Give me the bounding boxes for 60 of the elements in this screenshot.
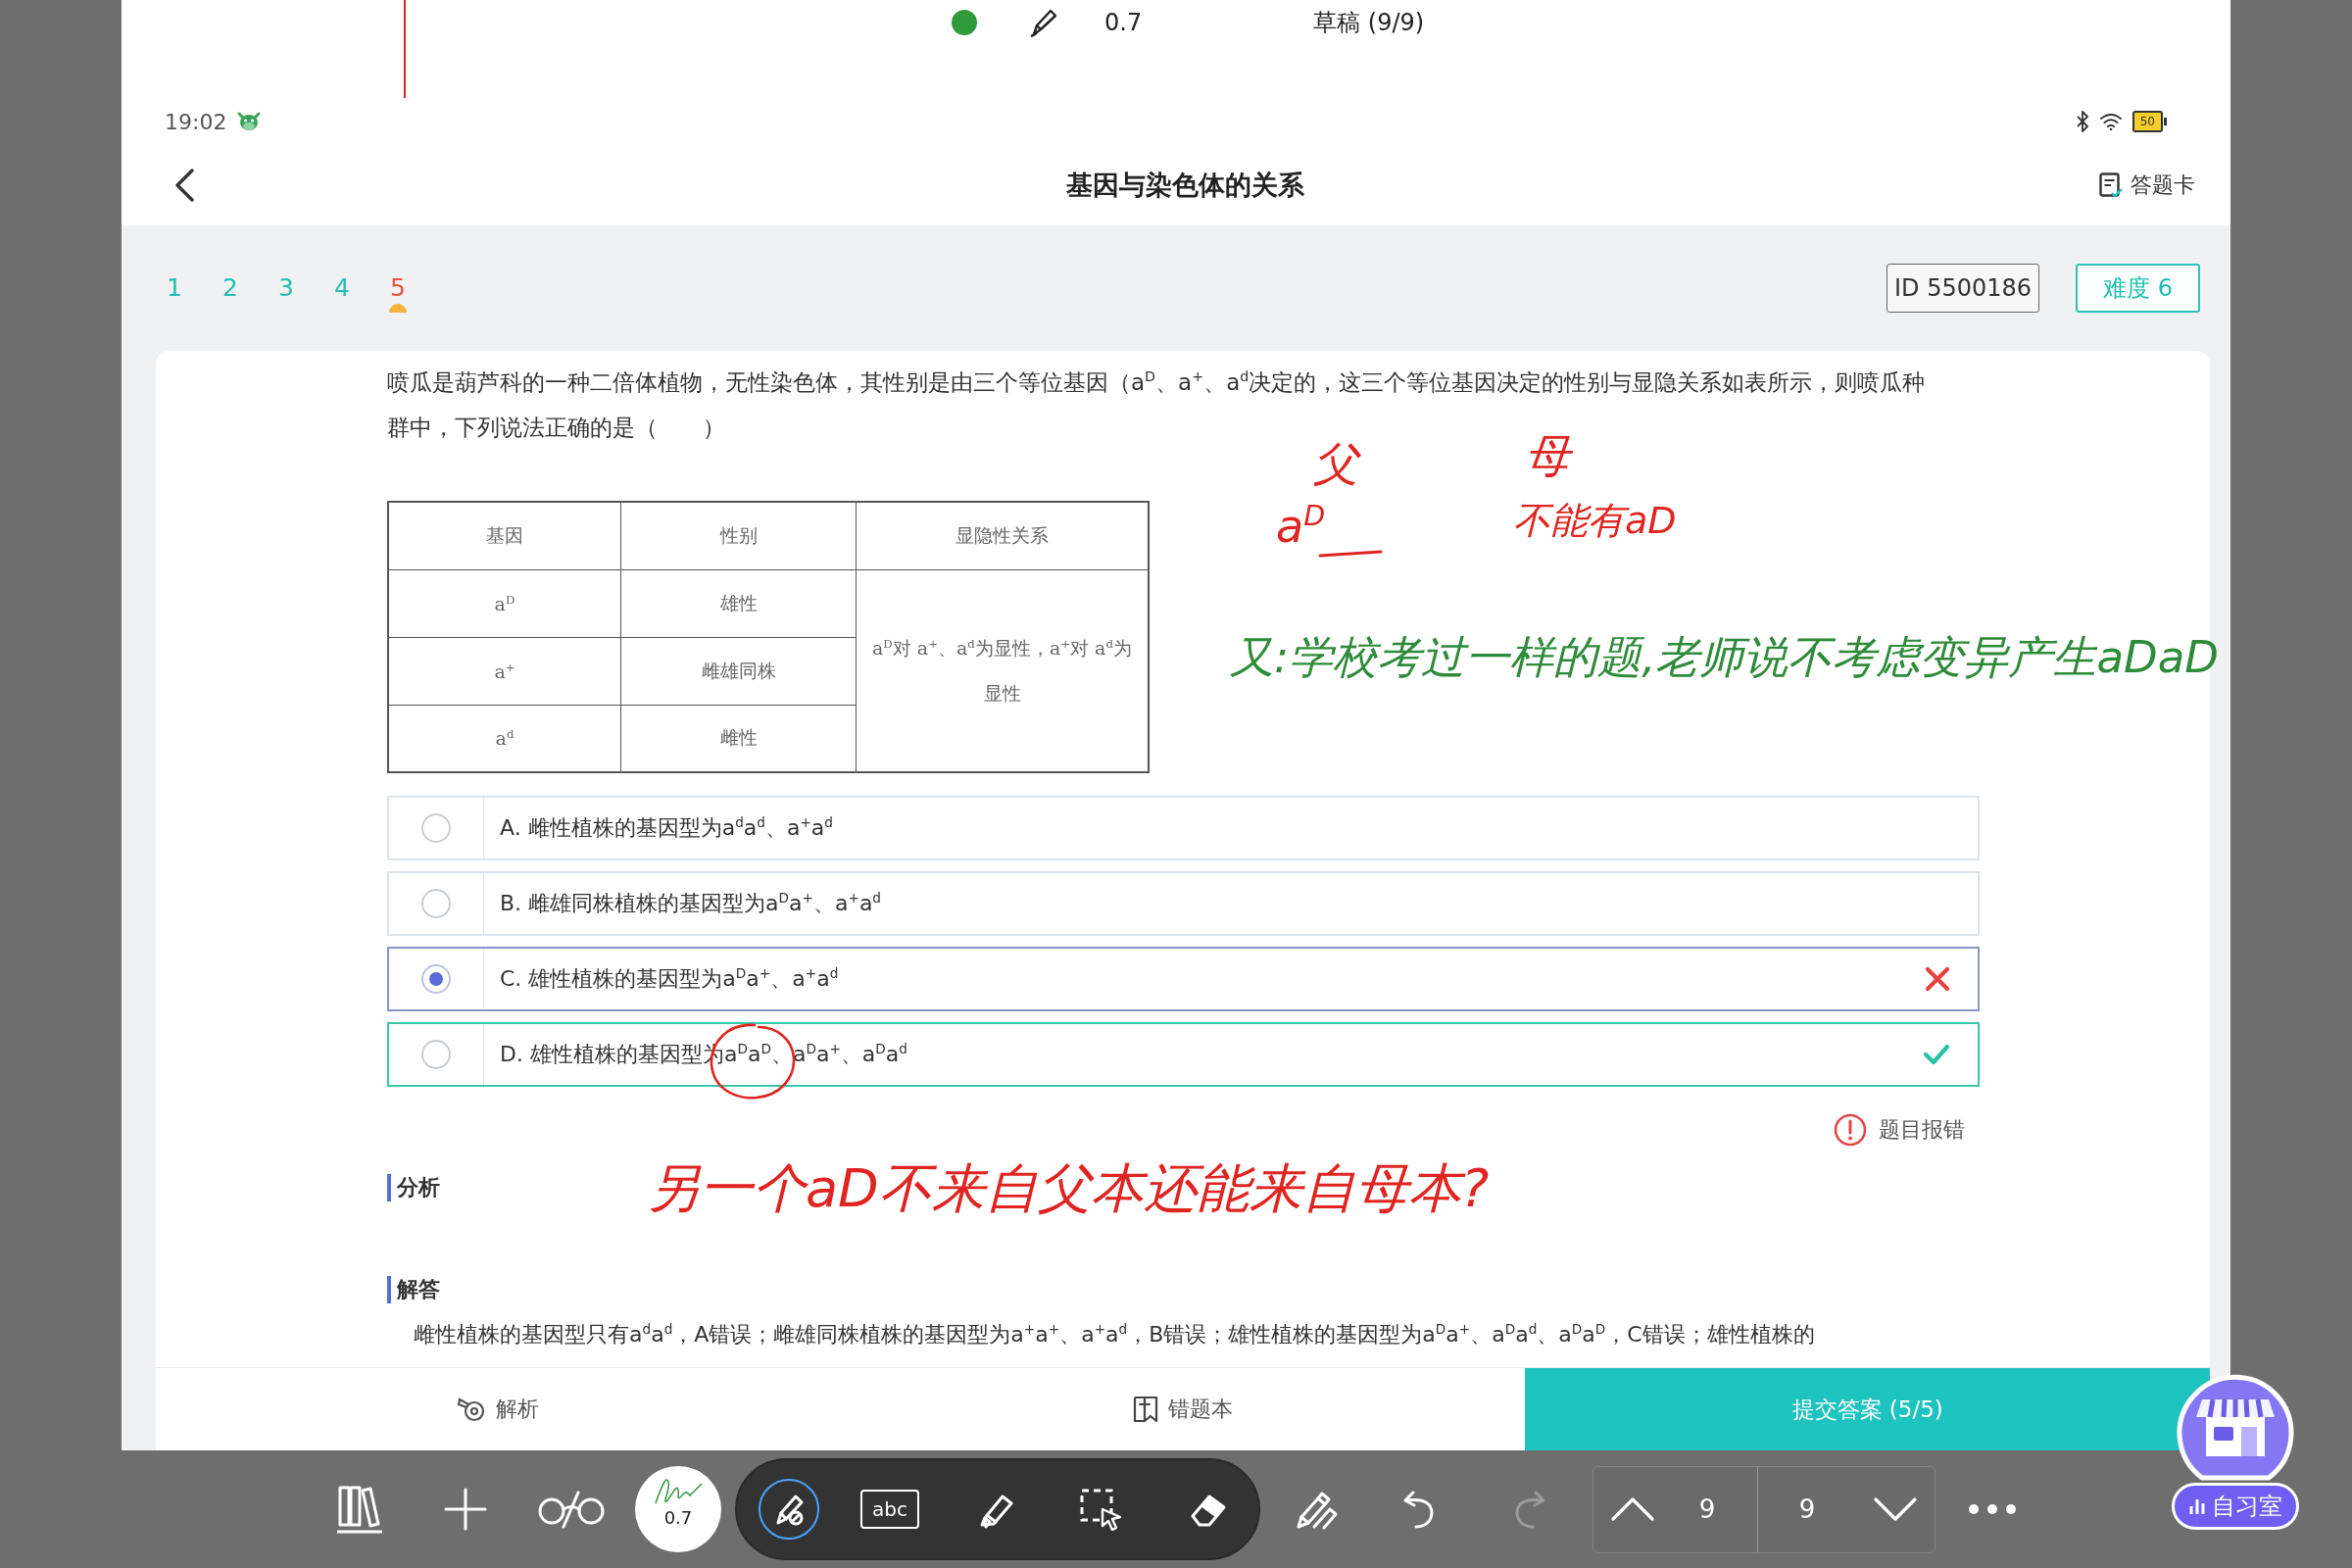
radio-button[interactable] [421,889,451,918]
status-time: 19:02 [165,109,227,134]
option-text: C. 雄性植株的基因型为a$^{D}$a$^{+}$、a$^{+}$a$^{d}$ [499,964,839,993]
selection-icon [1079,1488,1124,1531]
handwritten-note: 不能有aD [1513,502,1677,539]
bar-chart-icon [2188,1497,2206,1515]
document-icon [2099,172,2123,198]
answer-option[interactable]: A. 雌性植株的基因型为a$^{d}$a$^{d}$、a$^{+}$a$^{d}$ [387,796,1980,860]
handwritten-note: 又:学校考过一样的题,老师说不考虑变异产生aDaD [1230,635,2219,679]
option-text: B. 雌雄同株植株的基因型为a$^{D}$a$^{+}$、a$^{+}$a$^{d}$ [499,889,881,917]
cow-head-icon [236,111,263,132]
text-tool-button[interactable]: abc [860,1490,919,1529]
page-number: 9 [1697,1494,1717,1524]
books-icon [337,1485,382,1534]
mistake-book-button[interactable]: 错题本 [840,1368,1526,1450]
alert-icon [1834,1113,1867,1147]
storefront-icon[interactable] [2177,1372,2294,1482]
table-cell: 雄性 [620,569,857,637]
answer-option[interactable]: B. 雌雄同株植株的基因型为a$^{D}$a$^{+}$、a$^{+}$a$^{d}$ [387,871,1980,936]
glasses-icon [537,1490,606,1529]
radio-button[interactable] [421,1040,451,1069]
pen-size-text: 0.7 [1104,9,1143,36]
page-total: 9 [1797,1494,1817,1524]
table-cell: a$^{D}$ [388,569,621,637]
draft-page-label: 草稿 (9/9) [1313,8,1425,38]
ink-underline [1318,549,1383,559]
chevron-down-icon [1873,1496,1918,1522]
chevron-up-icon [1609,1496,1655,1522]
whistle-icon [457,1396,487,1423]
plus-icon [444,1488,487,1531]
study-room-button[interactable]: 自习室 [2172,1483,2299,1530]
question-id: ID 5500186 [1886,264,2040,313]
column-header: 性别 [620,502,857,569]
column-header: 基因 [388,502,621,569]
pen-icon [1029,8,1058,37]
ink-color-dot-icon [952,10,977,35]
answer-option[interactable]: C. 雄性植株的基因型为a$^{D}$a$^{+}$、a$^{+}$a$^{d}$ [387,947,1980,1011]
radio-button[interactable] [421,813,451,843]
undo-icon [1402,1490,1436,1529]
radio-button[interactable] [421,964,451,994]
handwritten-note: a$^{D}$ [1276,504,1326,549]
back-icon[interactable] [174,169,194,202]
wifi-icon [2098,113,2123,130]
report-error-button[interactable]: 题目报错 [1834,1107,1980,1152]
table-cell: a$^{+}$ [388,637,621,705]
pen-tool-button[interactable] [759,1479,819,1540]
solution-text: 雌性植株的基因型只有a$^{d}$a$^{d}$，A错误；雌雄同株植株的基因型为a$^{+}$a$^{+}$、a$^{+}$a$^{d}$，B错误；雄性植株的基因型为a$^{D}$a$^{+}$、a$^{D}$a$^{d}$、a$^{D}$a$^{D}$，C错误；雄性植株的 [413,1319,1816,1348]
bluetooth-icon [2075,111,2089,132]
handwritten-note: 另一个aD不来自父本还能来自母本? [647,1162,1490,1215]
difficulty-badge: 难度 6 [2076,264,2200,313]
section-heading: 分析 [387,1174,440,1201]
analysis-button[interactable]: 解析 [156,1368,841,1450]
redo-icon [1513,1490,1546,1529]
bookmark-plus-icon [1133,1396,1158,1423]
more-icon [1968,1503,2017,1515]
page-title: 基因与染色体的关系 [1065,169,1304,202]
section-heading: 解答 [387,1276,440,1303]
pen-preview-button[interactable]: 0.7 [635,1466,721,1552]
answer-card-button[interactable]: 答题卡 [2099,171,2195,200]
option-text: A. 雌性植株的基因型为a$^{d}$a$^{d}$、a$^{+}$a$^{d}$ [499,813,833,842]
